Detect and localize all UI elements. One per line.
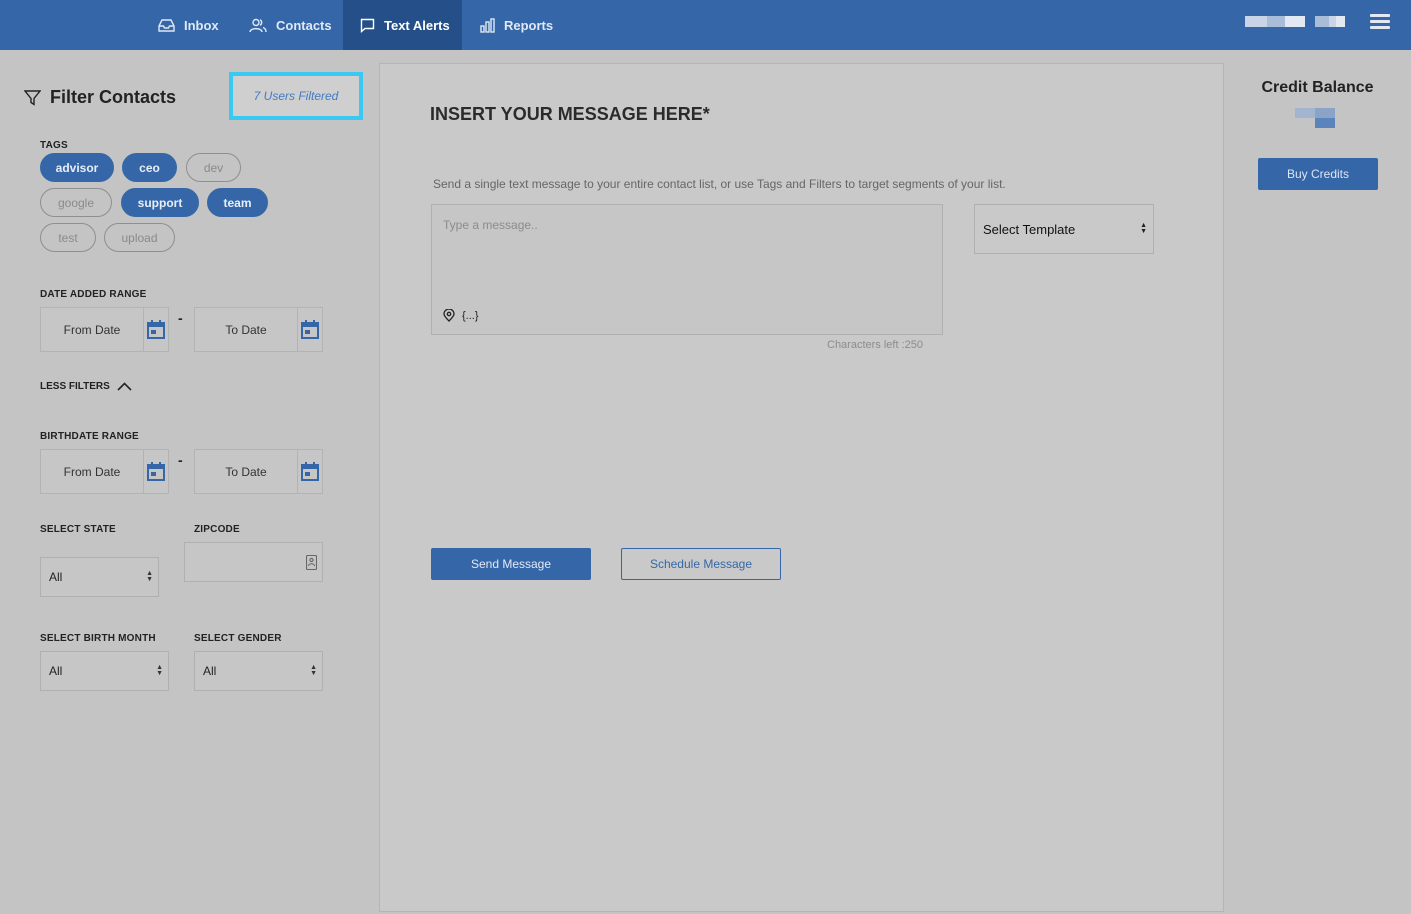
calendar-icon[interactable] [297,450,322,493]
nav-inbox[interactable]: Inbox [150,0,230,50]
calendar-icon[interactable] [143,450,168,493]
template-select[interactable]: Select Template ▲ ▼ [974,204,1154,254]
template-select-value: Select Template [983,221,1076,237]
credit-balance-title: Credit Balance [1261,79,1374,96]
zipcode-label: ZIPCODE [194,524,240,535]
tag-team[interactable]: team [207,188,268,217]
birthdate-to[interactable]: To Date [194,449,323,494]
nav-inbox-label: Inbox [184,17,219,33]
state-select[interactable]: All ▲ ▼ [40,557,159,597]
inbox-icon [158,18,175,32]
less-filters-toggle[interactable]: LESS FILTERS [40,381,132,392]
message-icon [360,18,375,33]
characters-left: Characters left :250 [827,339,923,351]
birth-month-select[interactable]: All ▲ ▼ [40,651,169,691]
tag-support[interactable]: support [121,188,199,217]
tag-advisor[interactable]: advisor [40,153,114,182]
date-added-from-text: From Date [63,322,121,337]
birth-month-label: SELECT BIRTH MONTH [40,633,156,644]
birthdate-to-text: To Date [225,464,267,479]
state-label: SELECT STATE [40,524,116,535]
send-message-button[interactable]: Send Message [431,548,591,580]
gender-select[interactable]: All ▲ ▼ [194,651,323,691]
birth-month-value: All [49,664,63,678]
calendar-icon[interactable] [297,308,322,351]
buy-credits-button[interactable]: Buy Credits [1258,158,1378,190]
chevron-up-icon [117,382,132,391]
select-arrows-icon: ▲ ▼ [146,570,153,583]
filter-title: Filter Contacts [24,87,176,108]
nav-contacts[interactable]: Contacts [240,0,340,50]
nav-reports-label: Reports [504,17,554,33]
tag-dev[interactable]: dev [186,153,241,182]
message-placeholder: Type a message.. [443,218,538,232]
select-arrows-icon: ▲ ▼ [156,664,163,677]
location-pin-icon[interactable] [443,309,455,322]
nav-text-alerts-label: Text Alerts [384,17,450,33]
calendar-icon[interactable] [143,308,168,351]
credit-balance-redacted [1295,108,1335,128]
bar-chart-icon [480,17,495,33]
date-added-to[interactable]: To Date [194,307,323,352]
zipcode-input[interactable] [184,542,323,582]
birthdate-from[interactable]: From Date [40,449,169,494]
state-select-value: All [49,570,63,584]
gender-label: SELECT GENDER [194,633,282,644]
gender-value: All [203,664,217,678]
date-added-label: DATE ADDED RANGE [40,289,147,300]
date-separator: - [178,452,183,468]
message-textarea[interactable]: Type a message.. {...} [431,204,943,335]
date-separator: - [178,310,183,326]
nav-text-alerts[interactable]: Text Alerts [343,0,462,50]
top-nav: Inbox Contacts Text Alerts Reports [0,0,1411,50]
users-filtered-badge[interactable]: 7 Users Filtered [229,72,363,120]
tag-test[interactable]: test [40,223,96,252]
schedule-message-button[interactable]: Schedule Message [621,548,781,580]
tag-ceo[interactable]: ceo [122,153,177,182]
message-tools: {...} [443,309,479,322]
select-arrows-icon: ▲ ▼ [1140,222,1147,235]
nav-reports[interactable]: Reports [472,0,562,50]
page-title: INSERT YOUR MESSAGE HERE* [430,104,710,124]
date-added-from[interactable]: From Date [40,307,169,352]
hamburger-menu-icon[interactable] [1370,14,1390,32]
page-description: Send a single text message to your entir… [433,177,1006,191]
user-account-redacted[interactable] [1245,16,1345,27]
filter-title-label: Filter Contacts [50,87,177,107]
tag-upload[interactable]: upload [104,223,175,252]
message-panel: INSERT YOUR MESSAGE HERE* Send a single … [379,63,1224,912]
tag-google[interactable]: google [40,188,112,217]
contact-card-icon [306,555,317,570]
insert-variable-button[interactable]: {...} [462,310,479,322]
select-arrows-icon: ▲ ▼ [310,664,317,677]
birthdate-from-text: From Date [63,464,121,479]
filter-sidebar: Filter Contacts 7 Users Filtered TAGS ad… [0,50,367,914]
tags-label: TAGS [40,140,68,151]
date-added-to-text: To Date [225,322,267,337]
less-filters-label: LESS FILTERS [40,381,110,392]
nav-contacts-label: Contacts [276,17,332,33]
users-icon [249,18,267,32]
birthdate-label: BIRTHDATE RANGE [40,431,139,442]
filter-icon [24,89,41,106]
